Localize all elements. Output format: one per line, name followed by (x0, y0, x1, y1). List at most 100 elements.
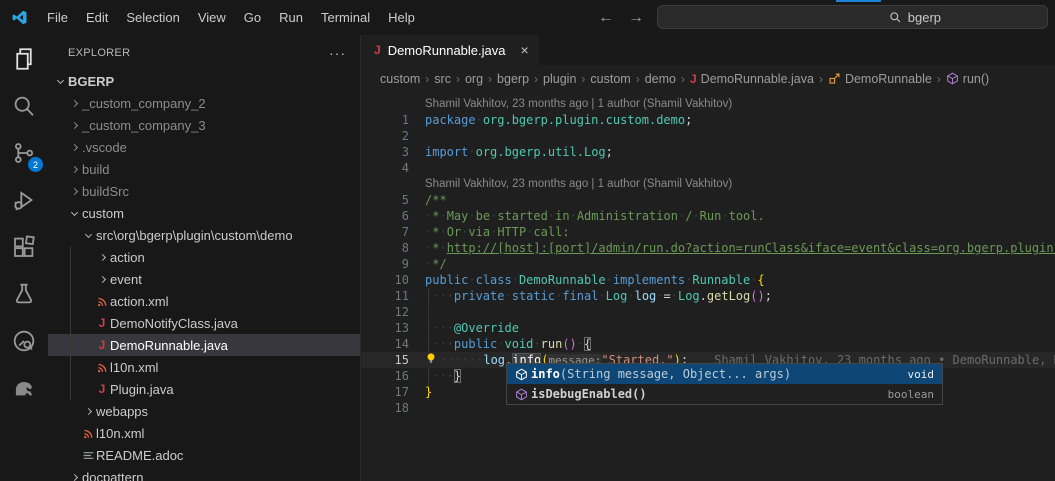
command-center-search[interactable]: bgerp (657, 5, 1048, 29)
source-control-icon[interactable]: 2 (0, 129, 48, 176)
suggest-return-type: boolean (888, 388, 934, 401)
lightbulb-icon[interactable] (425, 352, 439, 365)
code-line[interactable]: 11····private·static·final·Log·log·=·Log… (362, 288, 1055, 304)
tree-item[interactable]: l10n.xml (48, 422, 360, 444)
nav-forward-button[interactable]: → (628, 9, 644, 27)
menu-selection[interactable]: Selection (117, 6, 188, 29)
menu-help[interactable]: Help (379, 6, 424, 29)
code-line[interactable]: 9·*/ (362, 256, 1055, 272)
tree-item[interactable]: buildSrc (48, 180, 360, 202)
tree-item[interactable]: webapps (48, 400, 360, 422)
code-token: · (577, 337, 584, 351)
search-query-text: bgerp (908, 10, 941, 25)
title-bar: FileEditSelectionViewGoRunTerminalHelp ←… (0, 0, 1055, 35)
code-line[interactable]: 12 (362, 304, 1055, 320)
tree-item[interactable]: JDemoRunnable.java (48, 334, 360, 356)
nav-back-button[interactable]: ← (598, 9, 614, 27)
menu-view[interactable]: View (189, 6, 235, 29)
tree-item-label: build (82, 162, 109, 177)
suggest-item[interactable]: isDebugEnabled()boolean (507, 384, 942, 404)
code-line[interactable]: 14····public·void·run()·{ (362, 336, 1055, 352)
breadcrumb-item[interactable]: plugin (543, 72, 576, 86)
tree-item[interactable]: .vscode (48, 136, 360, 158)
code-line[interactable]: 7·*·Or·via·HTTP·call: (362, 224, 1055, 240)
breadcrumb-item[interactable]: bgerp (497, 72, 529, 86)
tree-item[interactable]: _custom_company_3 (48, 114, 360, 136)
code-token: · (606, 273, 613, 287)
code-token: ···· (425, 369, 454, 383)
tree-item[interactable]: BGERP (48, 70, 360, 92)
code-token: org.bgerp.plugin.custom.demo (483, 113, 685, 127)
breadcrumb-item[interactable]: src (434, 72, 451, 86)
class-symbol-icon (828, 72, 841, 85)
xml-file-icon (80, 427, 96, 440)
code-line[interactable]: 5/** (362, 192, 1055, 208)
breadcrumb-separator: › (456, 72, 460, 86)
close-tab-icon[interactable]: × (520, 42, 528, 58)
breadcrumb-item[interactable]: custom (590, 72, 630, 86)
explorer-icon[interactable] (0, 35, 48, 82)
extensions-icon[interactable] (0, 223, 48, 270)
code-line[interactable]: 10public·class·DemoRunnable·implements·R… (362, 272, 1055, 288)
line-number: 6 (362, 208, 425, 224)
code-token: · (671, 289, 678, 303)
explorer-more-actions-icon[interactable]: ··· (329, 45, 346, 61)
code-token: implements (613, 273, 685, 287)
code-line[interactable]: 2 (362, 128, 1055, 144)
tree-item[interactable]: action (48, 246, 360, 268)
menu-terminal[interactable]: Terminal (312, 6, 379, 29)
tree-item[interactable]: l10n.xml (48, 356, 360, 378)
run-debug-icon[interactable] (0, 176, 48, 223)
tree-item[interactable]: action.xml (48, 290, 360, 312)
chevron-right-icon (66, 123, 82, 128)
breadcrumb-item[interactable]: DemoRunnable (828, 72, 932, 86)
search-view-icon[interactable] (0, 82, 48, 129)
code-line[interactable]: 13····@Override (362, 320, 1055, 336)
breadcrumb-item[interactable]: JDemoRunnable.java (690, 72, 814, 86)
tree-item[interactable]: docpattern (48, 466, 360, 481)
menu-file[interactable]: File (38, 6, 77, 29)
tree-item-label: _custom_company_2 (82, 96, 206, 111)
menu-run[interactable]: Run (270, 6, 312, 29)
menu-edit[interactable]: Edit (77, 6, 117, 29)
tree-item[interactable]: JDemoNotifyClass.java (48, 312, 360, 334)
chevron-down-icon (80, 234, 96, 237)
code-line[interactable]: 4 (362, 160, 1055, 176)
code-token: import (425, 145, 468, 159)
breadcrumb-item[interactable]: custom (380, 72, 420, 86)
code-line[interactable]: 6·*·May·be·started·in·Administration·/·R… (362, 208, 1055, 224)
code-token: ·*·May·be·started·in·Administration·/·Ru… (425, 209, 765, 223)
code-token: static (512, 289, 555, 303)
code-line[interactable]: 1package·org.bgerp.plugin.custom.demo; (362, 112, 1055, 128)
tab-bar: J DemoRunnable.java × (362, 35, 1055, 65)
code-token: public (454, 337, 497, 351)
analysis-extension-icon[interactable] (0, 317, 48, 364)
tree-item[interactable]: README.adoc (48, 444, 360, 466)
testing-icon[interactable] (0, 270, 48, 317)
scm-badge: 2 (28, 157, 43, 172)
menu-go[interactable]: Go (235, 6, 270, 29)
breadcrumb-item[interactable]: run() (946, 72, 989, 86)
suggest-item[interactable]: info(String message, Object... args)void (507, 364, 942, 384)
breadcrumb-item[interactable]: org (465, 72, 483, 86)
java-file-icon: J (99, 338, 106, 352)
gradle-elephant-icon[interactable] (0, 364, 48, 411)
code-token: DemoRunnable (519, 273, 606, 287)
code-line[interactable]: 8·*·http://[host]:[port]/admin/run.do?ac… (362, 240, 1055, 256)
code-token: . (700, 289, 707, 303)
tab-label: DemoRunnable.java (388, 43, 506, 58)
tree-item[interactable]: custom (48, 202, 360, 224)
tree-item[interactable]: _custom_company_2 (48, 92, 360, 114)
code-token: } (425, 385, 432, 399)
code-line[interactable]: 3import·org.bgerp.util.Log; (362, 144, 1055, 160)
suggest-detail: (String message, Object... args) (560, 367, 791, 381)
tree-item[interactable]: event (48, 268, 360, 290)
tab-demorunnable[interactable]: J DemoRunnable.java × (362, 35, 539, 65)
code-token: · (627, 289, 634, 303)
code-token: { (757, 273, 764, 287)
tree-item[interactable]: src\org\bgerp\plugin\custom\demo (48, 224, 360, 246)
tree-item-label: action (110, 250, 145, 265)
breadcrumb-item[interactable]: demo (645, 72, 676, 86)
tree-item[interactable]: build (48, 158, 360, 180)
tree-item[interactable]: JPlugin.java (48, 378, 360, 400)
